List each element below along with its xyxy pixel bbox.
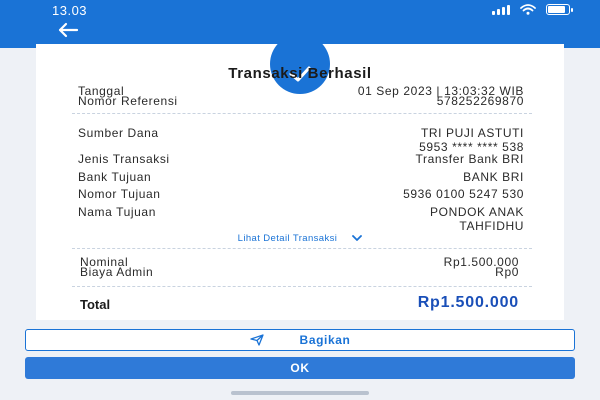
arrow-left-icon[interactable] xyxy=(57,22,79,38)
ok-button-label: OK xyxy=(290,361,310,375)
receipt-title: Transaksi Berhasil xyxy=(228,65,372,82)
row-label: Nama Tujuan xyxy=(78,205,156,219)
detail-link[interactable]: Lihat Detail Transaksi xyxy=(36,233,564,244)
status-icons xyxy=(492,4,573,15)
row-value: TRI PUJI ASTUTI 5953 **** **** 538 xyxy=(419,126,524,154)
status-time: 13.03 xyxy=(52,3,88,18)
total-label: Total xyxy=(80,297,111,312)
row-label: Bank Tujuan xyxy=(78,170,152,184)
row-value: 578252269870 xyxy=(436,94,524,108)
ok-button[interactable]: OK xyxy=(25,357,575,379)
share-button-label: Bagikan xyxy=(299,333,351,347)
home-indicator[interactable] xyxy=(231,391,369,395)
row-value: Transfer Bank BRI xyxy=(415,152,524,166)
divider xyxy=(72,286,532,287)
source-name: TRI PUJI ASTUTI xyxy=(420,126,524,140)
receipt-card: Transaksi Berhasil Tanggal 01 Sep 2023 |… xyxy=(36,44,564,320)
detail-link-label[interactable]: Lihat Detail Transaksi xyxy=(238,233,338,244)
signal-icon xyxy=(492,4,510,15)
send-icon xyxy=(249,334,264,346)
chevron-down-icon[interactable] xyxy=(352,235,363,242)
divider xyxy=(72,113,532,114)
row-label: Jenis Transaksi xyxy=(78,152,170,166)
total-value: Rp1.500.000 xyxy=(417,294,519,311)
share-button[interactable]: Bagikan xyxy=(25,329,575,351)
divider xyxy=(72,248,532,249)
row-label: Sumber Dana xyxy=(78,126,159,140)
row-label: Biaya Admin xyxy=(80,265,154,279)
recipient-name-line2: TAHFIDHU xyxy=(459,219,524,233)
battery-icon xyxy=(546,4,573,15)
row-label: Nomor Referensi xyxy=(78,94,178,108)
row-label: Nomor Tujuan xyxy=(78,187,161,201)
row-value: 5936 0100 5247 530 xyxy=(403,187,524,201)
wifi-icon xyxy=(520,4,536,15)
recipient-name-line1: PONDOK ANAK xyxy=(430,205,524,219)
row-value: PONDOK ANAK TAHFIDHU xyxy=(430,205,524,233)
top-bar: 13.03 xyxy=(0,0,600,48)
row-value: BANK BRI xyxy=(463,170,524,184)
row-value: Rp0 xyxy=(495,265,519,279)
